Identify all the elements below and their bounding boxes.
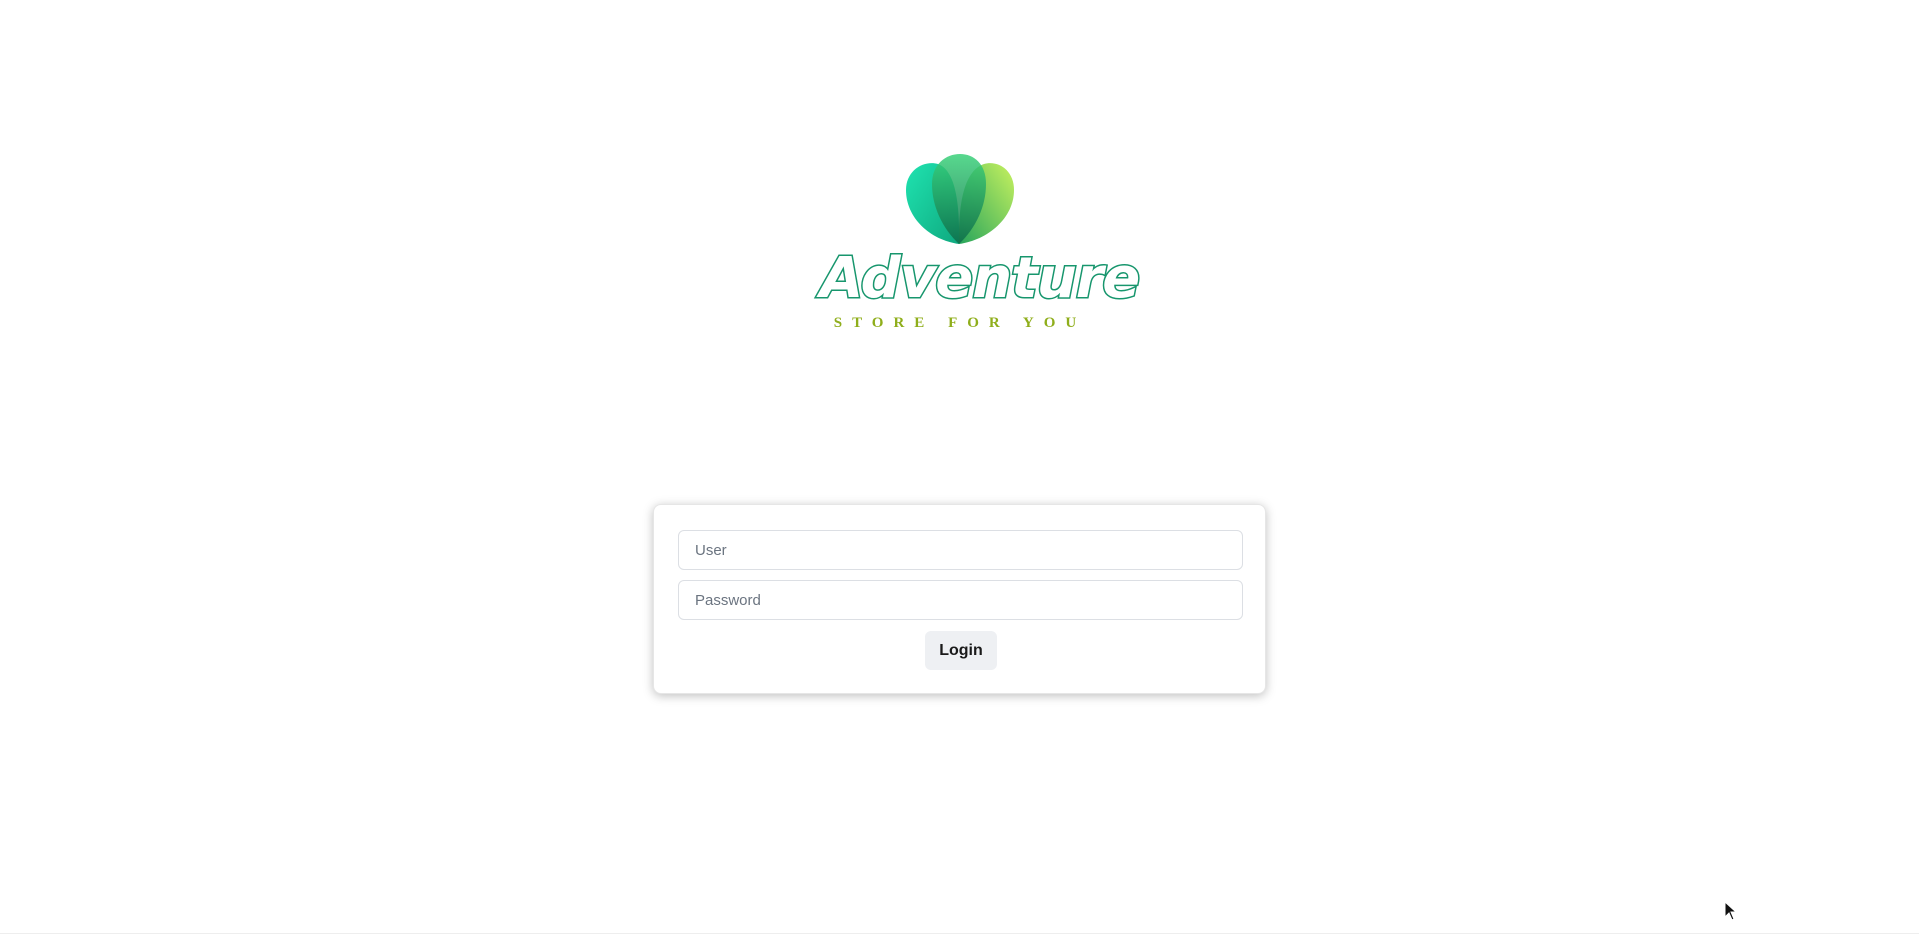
three-leaf-heart-logo-icon (906, 154, 1014, 244)
login-button[interactable]: Login (925, 631, 997, 670)
login-form: Login (653, 504, 1266, 694)
login-page: Adventure STORE FOR YOU Login (0, 0, 1919, 935)
password-input[interactable] (678, 580, 1243, 620)
mouse-pointer-icon (1724, 901, 1738, 921)
brand-wordmark: Adventure (819, 245, 1142, 313)
brand-tagline: STORE FOR YOU (833, 315, 1087, 331)
page-bottom-divider (0, 933, 1919, 934)
brand-logo: Adventure STORE FOR YOU (819, 148, 1142, 338)
user-input[interactable] (678, 530, 1243, 570)
